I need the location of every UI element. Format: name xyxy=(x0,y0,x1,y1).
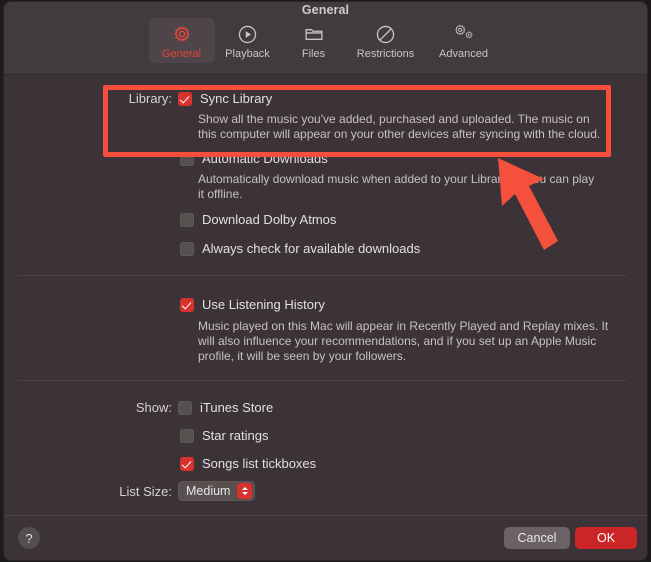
list-size-value: Medium xyxy=(186,484,231,498)
itunes-store-label: iTunes Store xyxy=(200,400,274,415)
play-circle-icon xyxy=(237,22,258,46)
chevron-updown-icon[interactable] xyxy=(237,483,253,499)
row-list-size: List Size: Medium xyxy=(4,481,256,501)
folder-icon xyxy=(303,22,325,46)
always-check-downloads-label: Always check for available downloads xyxy=(202,241,421,256)
library-label: Library: xyxy=(128,91,172,106)
list-size-label: List Size: xyxy=(119,483,172,499)
download-dolby-atmos-label: Download Dolby Atmos xyxy=(202,212,337,227)
automatic-downloads-label: Automatic Downloads xyxy=(202,151,328,166)
use-listening-history-description: Music played on this Mac will appear in … xyxy=(198,319,609,363)
cancel-button[interactable]: Cancel xyxy=(504,527,570,549)
double-gear-icon xyxy=(452,22,476,46)
automatic-downloads-description: Automatically download music when added … xyxy=(198,172,595,201)
star-ratings-checkbox[interactable] xyxy=(180,429,194,443)
row-songs-list-tickboxes: Songs list tickboxes xyxy=(180,456,316,471)
ok-button[interactable]: OK xyxy=(575,527,637,549)
footer: ? Cancel OK xyxy=(4,515,647,560)
row-star-ratings: Star ratings xyxy=(180,428,268,443)
show-label: Show: xyxy=(135,400,172,415)
no-entry-icon xyxy=(375,22,396,46)
row-automatic-downloads: Automatic Downloads xyxy=(180,151,328,166)
separator-2 xyxy=(18,380,627,381)
row-use-listening-history: Use Listening History xyxy=(180,297,325,312)
row-always-check-downloads: Always check for available downloads xyxy=(180,241,420,256)
use-listening-history-label: Use Listening History xyxy=(202,297,325,312)
tab-playback-label: Playback xyxy=(225,48,270,60)
row-sync-library: Library: Sync Library xyxy=(4,91,272,106)
list-size-select[interactable]: Medium xyxy=(178,481,256,501)
row-download-dolby-atmos: Download Dolby Atmos xyxy=(180,212,336,227)
window-title: General xyxy=(301,3,350,17)
gear-icon xyxy=(171,22,193,46)
use-listening-history-checkbox[interactable] xyxy=(180,298,194,312)
tab-files-label: Files xyxy=(301,48,326,60)
tab-restrictions-label: Restrictions xyxy=(356,48,415,60)
separator-1 xyxy=(18,275,627,276)
star-ratings-label: Star ratings xyxy=(202,428,269,443)
tab-advanced-label: Advanced xyxy=(439,48,488,60)
tab-general[interactable]: General xyxy=(148,18,215,63)
tab-files[interactable]: Files xyxy=(281,18,347,63)
help-button[interactable]: ? xyxy=(18,527,40,549)
tab-playback[interactable]: Playback xyxy=(215,18,281,63)
settings-panel: Library: Sync Library Show all the music… xyxy=(4,75,647,542)
automatic-downloads-checkbox[interactable] xyxy=(180,152,194,166)
always-check-downloads-checkbox[interactable] xyxy=(180,242,194,256)
sync-library-checkbox[interactable] xyxy=(178,92,192,106)
toolbar-tabs: General Playback Files Restrictions Adva… xyxy=(4,18,647,63)
sync-library-label: Sync Library xyxy=(200,91,273,106)
tab-general-label: General xyxy=(161,48,202,60)
songs-list-tickboxes-checkbox[interactable] xyxy=(180,457,194,471)
download-dolby-atmos-checkbox[interactable] xyxy=(180,213,194,227)
row-show-itunes-store: Show: iTunes Store xyxy=(4,400,273,415)
tab-advanced[interactable]: Advanced xyxy=(425,18,503,63)
toolbar: General General Playback Files Restricti… xyxy=(4,2,647,75)
songs-list-tickboxes-label: Songs list tickboxes xyxy=(202,456,317,471)
itunes-store-checkbox[interactable] xyxy=(178,401,192,415)
tab-restrictions[interactable]: Restrictions xyxy=(347,18,425,63)
preferences-window: General General Playback Files Restricti… xyxy=(4,2,647,560)
sync-library-description: Show all the music you've added, purchas… xyxy=(198,112,601,141)
